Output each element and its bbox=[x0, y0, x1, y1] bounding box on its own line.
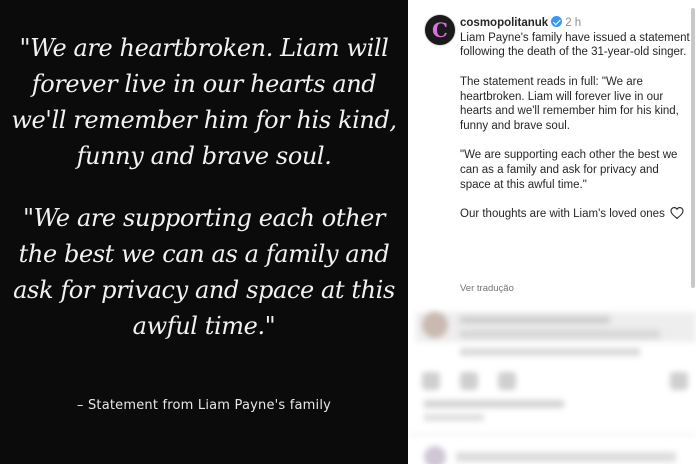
blurred-icon bbox=[498, 372, 516, 390]
caption-paragraph-4: Our thoughts are with Liam's loved ones bbox=[460, 208, 665, 221]
avatar[interactable]: C bbox=[424, 14, 456, 46]
caption-paragraph-2: The statement reads in full: "We are hea… bbox=[460, 75, 679, 132]
blurred-avatar bbox=[424, 446, 446, 464]
comments-area-blurred bbox=[408, 296, 696, 464]
heart-icon bbox=[670, 207, 684, 224]
blurred-icon bbox=[460, 372, 478, 390]
blurred-text-line bbox=[424, 400, 564, 408]
blurred-text-line bbox=[460, 330, 660, 338]
quote-text-2: "We are supporting each other the best w… bbox=[13, 204, 395, 340]
verified-badge-icon bbox=[551, 16, 563, 27]
post-sidebar: C cosmopolitanuk 2 h Liam Payne's family … bbox=[408, 0, 696, 464]
scrollbar[interactable] bbox=[691, 8, 695, 288]
avatar-letter: C bbox=[432, 18, 448, 42]
blurred-divider bbox=[408, 434, 696, 435]
caption-intro: Liam Payne's family have issued a statem… bbox=[460, 31, 690, 59]
quote-text-1: "We are heartbroken. Liam will forever l… bbox=[11, 34, 397, 170]
blurred-icon bbox=[670, 372, 688, 390]
blurred-text-line bbox=[460, 316, 610, 324]
post-caption: cosmopolitanuk 2 h Liam Payne's family ha… bbox=[460, 16, 690, 224]
see-translation-link[interactable]: Ver tradução bbox=[460, 283, 514, 294]
blurred-text-line bbox=[424, 414, 484, 421]
post-image: "We are heartbroken. Liam will forever l… bbox=[0, 0, 408, 464]
blurred-text-line bbox=[456, 452, 676, 462]
blurred-text-line bbox=[460, 348, 640, 356]
blurred-icon bbox=[422, 372, 440, 390]
username-link[interactable]: cosmopolitanuk bbox=[460, 17, 548, 29]
caption-paragraph-3: "We are supporting each other the best w… bbox=[460, 149, 678, 191]
post-time[interactable]: 2 h bbox=[565, 17, 581, 29]
blurred-avatar bbox=[422, 312, 448, 338]
quote-attribution: – Statement from Liam Payne's family bbox=[76, 398, 332, 413]
